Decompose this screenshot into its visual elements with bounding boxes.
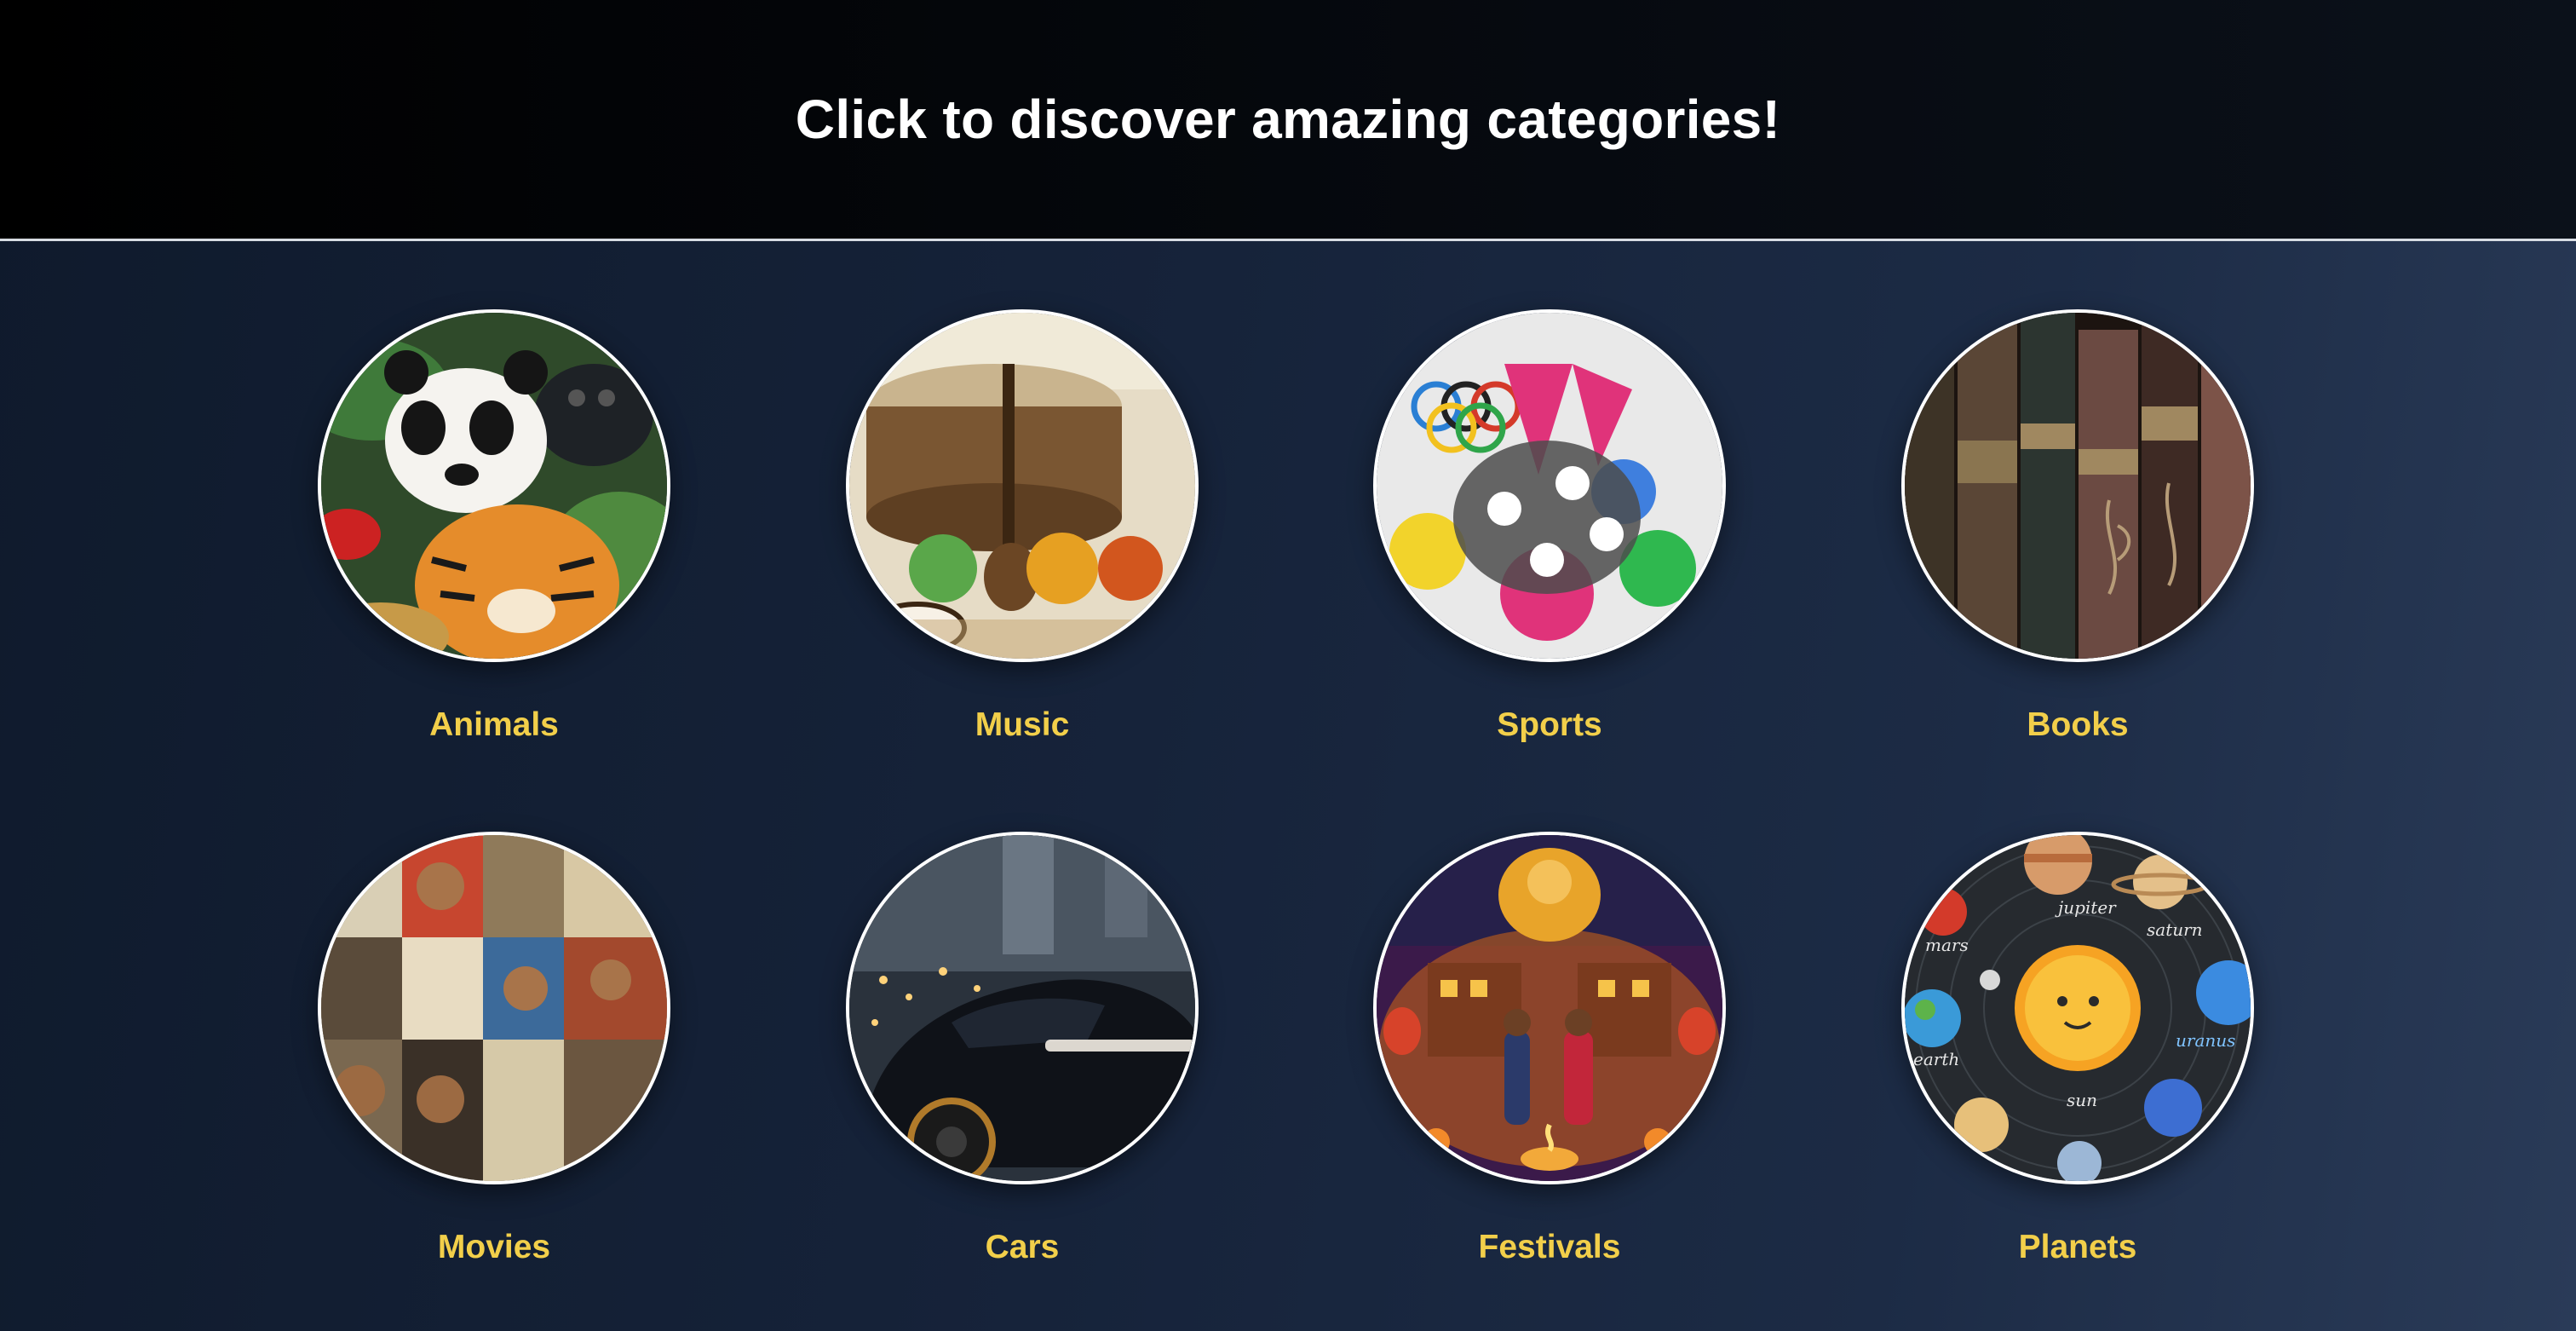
planet-label-sun: sun xyxy=(2067,1090,2097,1110)
category-card-animals[interactable]: Animals xyxy=(315,309,673,786)
cars-image xyxy=(849,835,1195,1181)
movies-icon[interactable] xyxy=(318,832,670,1184)
sports-icon[interactable] xyxy=(1373,309,1726,662)
music-icon[interactable] xyxy=(846,309,1199,662)
books-image xyxy=(1905,313,2251,659)
planet-label-uranus: uranus xyxy=(2176,1030,2235,1051)
page-header: Click to discover amazing categories! xyxy=(0,0,2576,241)
category-grid: Animals Music Sports Books Movies Cars F… xyxy=(0,241,2576,1331)
planets-icon[interactable]: jupiter saturn mars earth uranus sun xyxy=(1901,832,2254,1184)
sports-image xyxy=(1377,313,1722,659)
category-label-books: Books xyxy=(2027,706,2129,743)
movies-image xyxy=(321,835,667,1181)
page-title: Click to discover amazing categories! xyxy=(795,88,1781,150)
category-card-music[interactable]: Music xyxy=(843,309,1201,786)
category-label-animals: Animals xyxy=(429,706,559,743)
category-card-festivals[interactable]: Festivals xyxy=(1371,832,1728,1309)
category-label-sports: Sports xyxy=(1497,706,1602,743)
category-card-cars[interactable]: Cars xyxy=(843,832,1201,1309)
category-card-movies[interactable]: Movies xyxy=(315,832,673,1309)
category-card-books[interactable]: Books xyxy=(1899,309,2257,786)
music-image xyxy=(849,313,1195,659)
festivals-image xyxy=(1377,835,1722,1181)
category-label-planets: Planets xyxy=(2018,1229,2137,1265)
category-label-festivals: Festivals xyxy=(1478,1229,1621,1265)
cars-icon[interactable] xyxy=(846,832,1199,1184)
category-card-sports[interactable]: Sports xyxy=(1371,309,1728,786)
planet-label-mars: mars xyxy=(1925,935,1969,955)
animals-image xyxy=(321,313,667,659)
planet-label-earth: earth xyxy=(1913,1049,1959,1069)
category-card-planets[interactable]: jupiter saturn mars earth uranus sun Pla… xyxy=(1899,832,2257,1309)
planets-image: jupiter saturn mars earth uranus sun xyxy=(1905,835,2251,1181)
planet-label-saturn: saturn xyxy=(2147,919,2203,940)
books-icon[interactable] xyxy=(1901,309,2254,662)
category-label-cars: Cars xyxy=(985,1229,1060,1265)
festivals-icon[interactable] xyxy=(1373,832,1726,1184)
animals-icon[interactable] xyxy=(318,309,670,662)
category-label-music: Music xyxy=(975,706,1070,743)
category-label-movies: Movies xyxy=(437,1229,551,1265)
planet-label-jupiter: jupiter xyxy=(2055,897,2117,918)
